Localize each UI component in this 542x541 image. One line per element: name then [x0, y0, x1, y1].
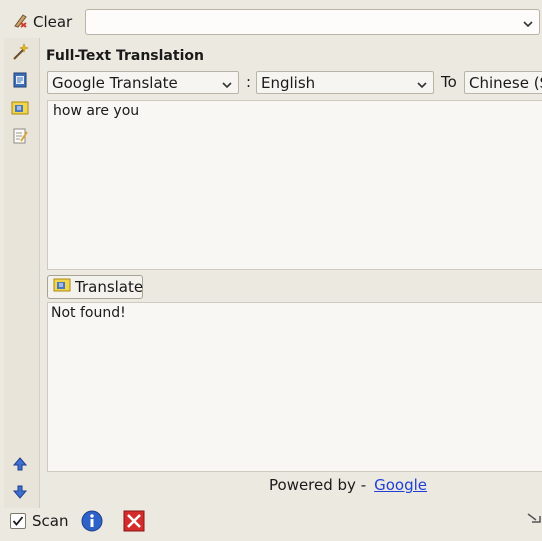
scan-checkbox[interactable] — [10, 513, 26, 529]
source-text-area[interactable]: how are you — [47, 100, 542, 270]
service-dropdown[interactable]: Google Translate — [47, 71, 239, 94]
powered-by: Powered by - Google — [269, 476, 427, 494]
arrow-down-icon[interactable] — [10, 482, 30, 502]
checkmark-icon — [12, 516, 24, 526]
source-language-dropdown[interactable]: English — [256, 71, 434, 94]
source-language-value: English — [261, 73, 316, 92]
chevron-down-icon — [416, 77, 428, 93]
side-toolbar — [4, 38, 40, 508]
panel-title: Full-Text Translation — [46, 48, 204, 64]
chevron-down-icon — [522, 16, 534, 34]
translate-label: Translate — [75, 278, 144, 296]
target-language-value: Chinese (S — [469, 73, 542, 92]
provider-link[interactable]: Google — [374, 476, 427, 494]
info-icon[interactable] — [81, 510, 103, 536]
history-dropdown[interactable] — [85, 9, 540, 35]
result-text-area[interactable]: Not found! — [47, 302, 542, 472]
target-language-dropdown[interactable]: Chinese (S — [464, 71, 542, 94]
clear-label: Clear — [33, 13, 73, 31]
scan-label: Scan — [32, 512, 69, 530]
close-icon[interactable] — [123, 510, 145, 536]
clear-button[interactable]: Clear — [12, 10, 72, 34]
document-icon[interactable] — [10, 70, 30, 90]
to-label: To — [441, 73, 457, 91]
translate-icon — [53, 277, 71, 297]
translate-button[interactable]: Translate — [47, 275, 143, 299]
resize-grip-icon[interactable] — [526, 512, 542, 532]
arrow-up-icon[interactable] — [10, 454, 30, 474]
powered-by-label: Powered by - — [269, 476, 367, 494]
service-value: Google Translate — [52, 73, 178, 92]
language-separator: : — [246, 73, 252, 91]
notepad-icon[interactable] — [10, 126, 30, 146]
wand-icon[interactable] — [10, 42, 30, 62]
chevron-down-icon — [221, 77, 233, 93]
clear-icon — [12, 11, 30, 33]
translate-icon[interactable] — [10, 98, 30, 118]
